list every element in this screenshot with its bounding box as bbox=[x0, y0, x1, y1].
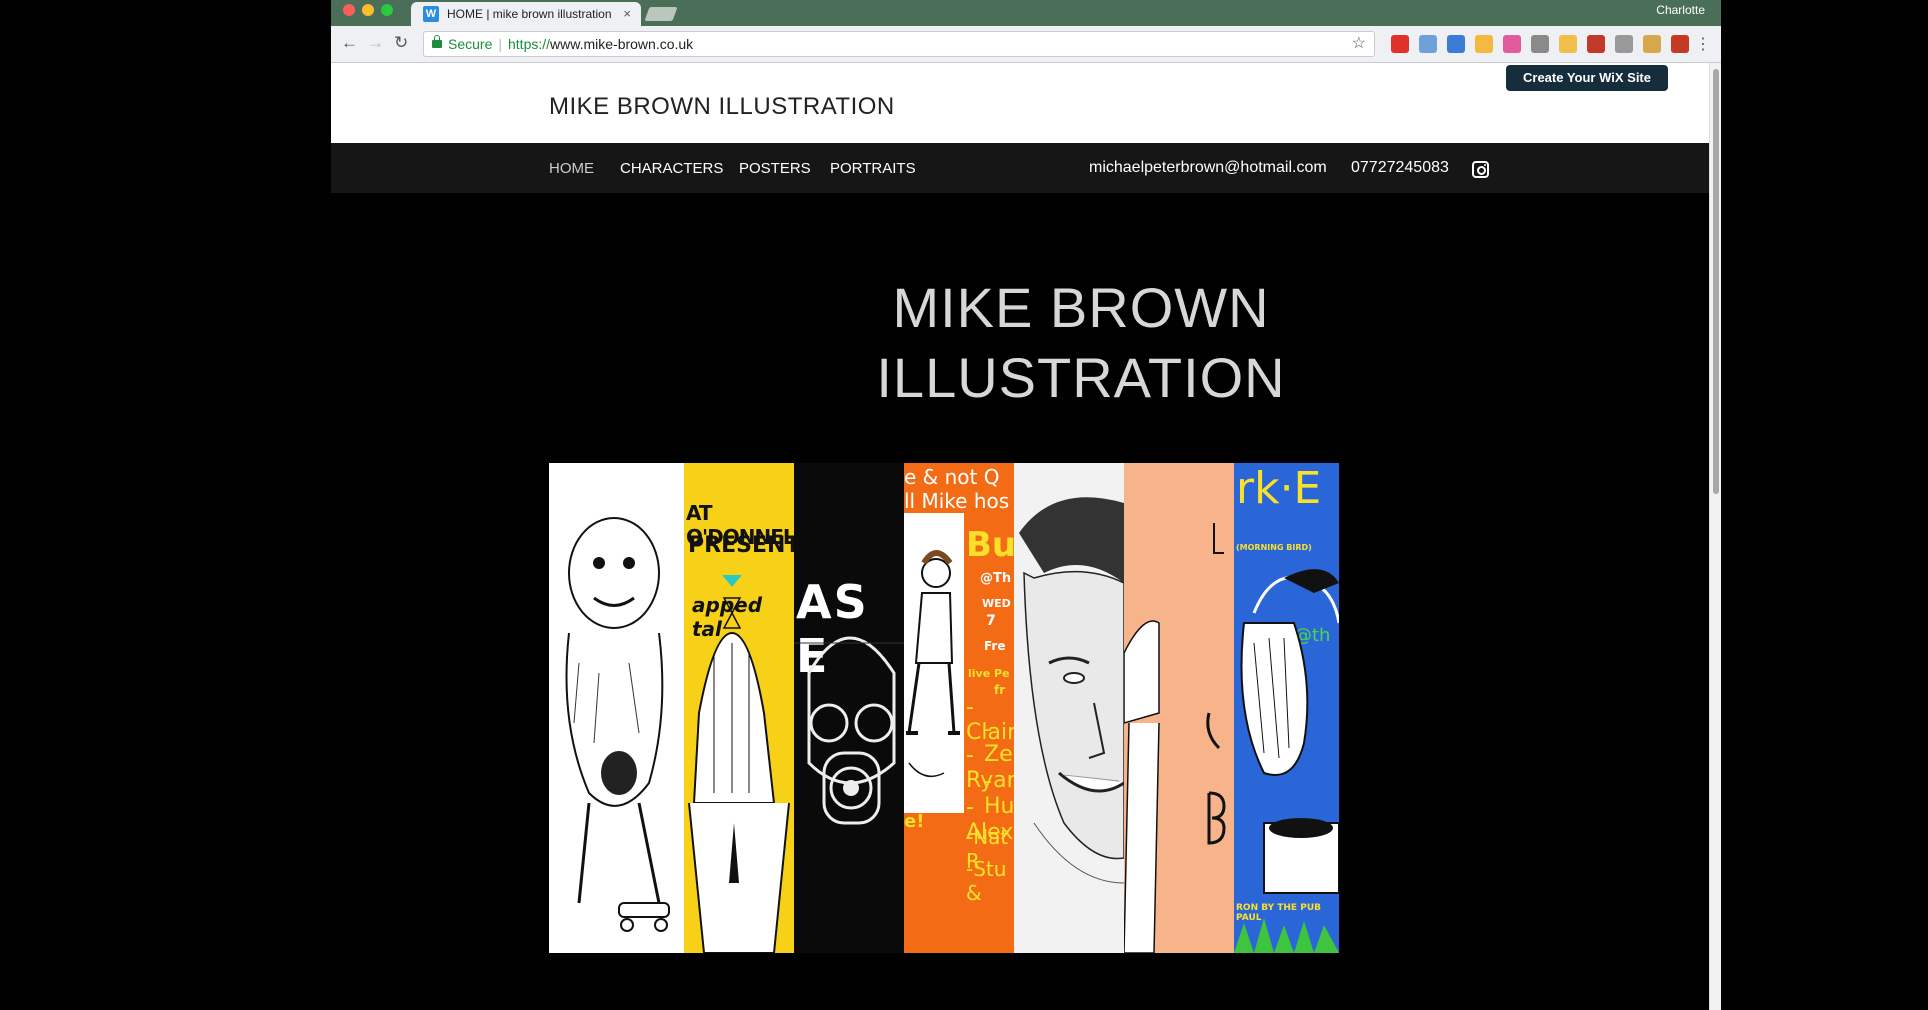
site-title[interactable]: MIKE BROWN ILLUSTRATION bbox=[549, 93, 895, 121]
contact-email-link[interactable]: michaelpeterbrown@hotmail.com bbox=[1089, 159, 1327, 177]
instagram-icon[interactable] bbox=[1472, 161, 1489, 178]
scrollbar-thumb[interactable] bbox=[1713, 69, 1719, 494]
bookmark-star-icon[interactable]: ☆ bbox=[1352, 33, 1366, 53]
gallery-strip-character[interactable] bbox=[549, 463, 684, 953]
nav-portraits[interactable]: PORTRAITS bbox=[830, 160, 916, 177]
nav-posters[interactable]: POSTERS bbox=[739, 160, 811, 177]
new-tab-button[interactable] bbox=[644, 7, 678, 21]
forward-icon[interactable]: → bbox=[367, 33, 384, 53]
tab-close-icon[interactable]: × bbox=[623, 6, 631, 21]
character-sketch-illustration bbox=[565, 517, 670, 932]
browser-toolbar: ← → ↻ Secure | https:// www.mike-brown.c… bbox=[331, 26, 1721, 63]
hand-sketch-illustration bbox=[1124, 523, 1226, 953]
extension-icon[interactable] bbox=[1447, 35, 1465, 53]
address-bar[interactable]: Secure | https:// www.mike-brown.co.uk ☆ bbox=[423, 31, 1375, 57]
gallery-strip-blue-poster[interactable]: rk·E (MORNING BIRD) @th RON BY THE PUB P… bbox=[1234, 463, 1339, 953]
browser-menu-icon[interactable]: ⋮ bbox=[1695, 34, 1711, 54]
extensions-area bbox=[1391, 35, 1689, 53]
illustration-gallery: AT O'DONNELL PRESENTS apped tal AS E bbox=[549, 463, 1489, 953]
tab-title: HOME | mike brown illustration bbox=[447, 7, 612, 21]
performer-illustration bbox=[904, 513, 964, 813]
extension-icon[interactable] bbox=[1559, 35, 1577, 53]
gallery-strip-gas-mask[interactable]: AS E bbox=[794, 463, 904, 953]
site-navbar: HOME CHARACTERS POSTERS PORTRAITS michae… bbox=[331, 143, 1709, 193]
extension-icon[interactable] bbox=[1531, 35, 1549, 53]
site-header: MIKE BROWN ILLUSTRATION Create Your WiX … bbox=[331, 63, 1709, 143]
browser-titlebar: W HOME | mike brown illustration × Charl… bbox=[331, 0, 1721, 26]
page-viewport: MIKE BROWN ILLUSTRATION Create Your WiX … bbox=[331, 63, 1709, 1010]
gallery-strip-orange-poster[interactable]: e & not Q ll Mike hos Bu @Th WED 7 Fre l… bbox=[904, 463, 1014, 953]
smiling-man-portrait bbox=[1019, 497, 1124, 884]
nav-characters[interactable]: CHARACTERS bbox=[620, 160, 723, 177]
extension-icon[interactable] bbox=[1391, 35, 1409, 53]
extension-icon[interactable] bbox=[1587, 35, 1605, 53]
address-separator: | bbox=[498, 36, 502, 52]
extension-icon[interactable] bbox=[1419, 35, 1437, 53]
extension-icon[interactable] bbox=[1671, 35, 1689, 53]
secure-label: Secure bbox=[448, 36, 493, 52]
extension-icon[interactable] bbox=[1615, 35, 1633, 53]
page-scrollbar[interactable] bbox=[1709, 63, 1721, 1010]
gallery-strip-portrait[interactable] bbox=[1014, 463, 1124, 953]
extension-icon[interactable] bbox=[1643, 35, 1661, 53]
extension-icon[interactable] bbox=[1475, 35, 1493, 53]
window-maximize-button[interactable] bbox=[381, 4, 393, 16]
gallery-strip-peach[interactable] bbox=[1124, 463, 1234, 953]
contact-phone[interactable]: 07727245083 bbox=[1351, 159, 1449, 177]
url-host: www.mike-brown.co.uk bbox=[550, 36, 694, 52]
url-scheme: https:// bbox=[508, 36, 551, 52]
hero-title-line2: ILLUSTRATION bbox=[876, 346, 1286, 409]
nav-home[interactable]: HOME bbox=[549, 160, 594, 177]
profile-name[interactable]: Charlotte bbox=[1656, 3, 1705, 17]
hero-title: MIKE BROWN ILLUSTRATION bbox=[631, 273, 1531, 413]
window-minimize-button[interactable] bbox=[362, 4, 374, 16]
wix-favicon-icon: W bbox=[423, 6, 439, 22]
back-icon[interactable]: ← bbox=[341, 33, 358, 53]
gas-mask-illustration bbox=[794, 636, 904, 825]
lock-icon bbox=[432, 35, 442, 48]
browser-tab-home[interactable]: W HOME | mike brown illustration × bbox=[411, 2, 641, 26]
browser-window: W HOME | mike brown illustration × Charl… bbox=[331, 0, 1721, 1010]
window-close-button[interactable] bbox=[343, 4, 355, 16]
hero-title-line1: MIKE BROWN bbox=[892, 276, 1270, 339]
create-wix-site-button[interactable]: Create Your WiX Site bbox=[1506, 65, 1668, 91]
reload-icon[interactable]: ↻ bbox=[394, 33, 408, 53]
toucan-record-player-illustration bbox=[1234, 569, 1339, 953]
gallery-strip-yellow-poster[interactable]: AT O'DONNELL PRESENTS apped tal bbox=[684, 463, 794, 953]
extension-icon[interactable] bbox=[1503, 35, 1521, 53]
hands-butterfly-illustration bbox=[688, 575, 790, 953]
